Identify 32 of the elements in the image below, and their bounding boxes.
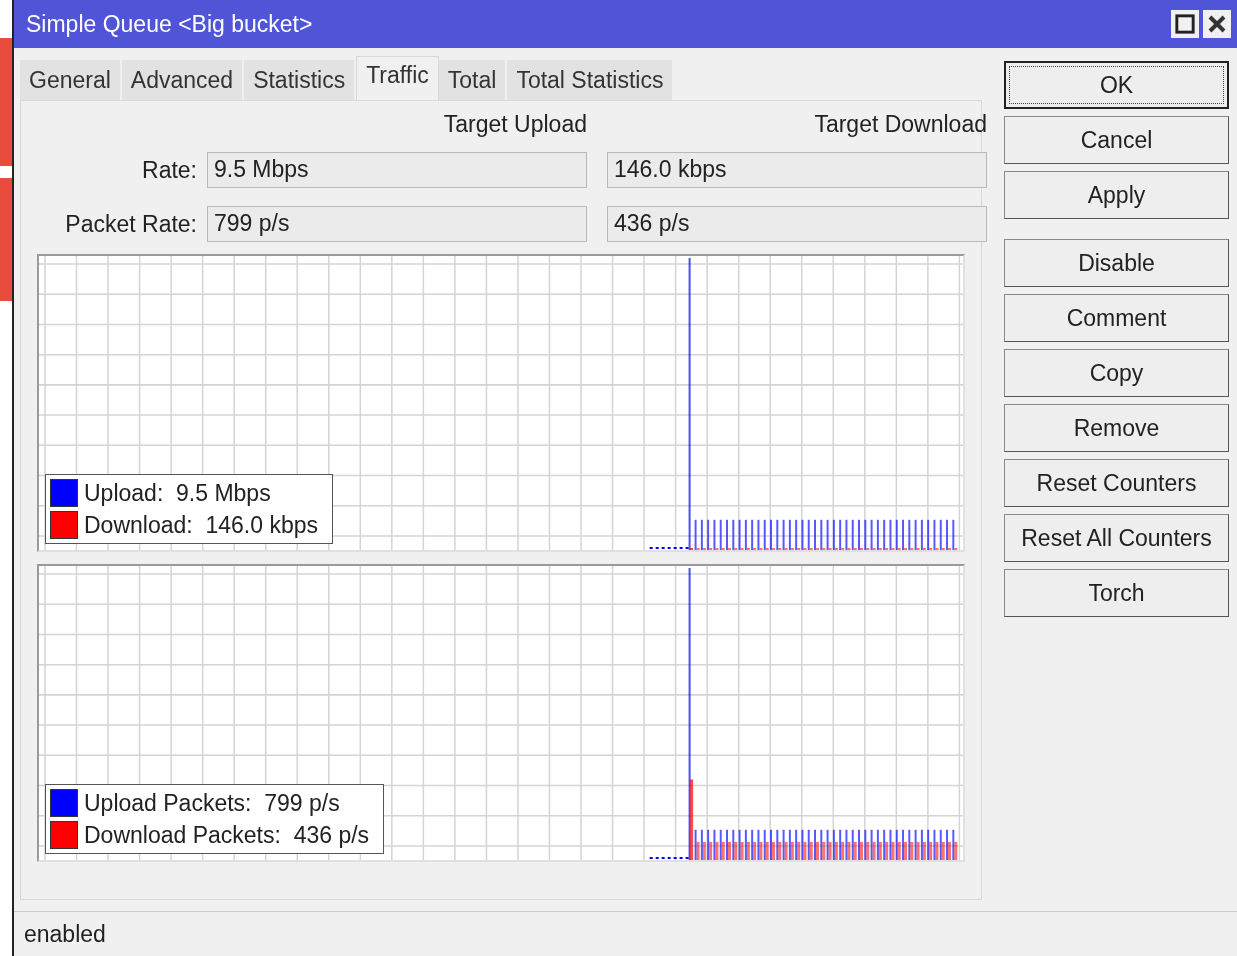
tab[interactable]: Total Statistics [507, 60, 675, 100]
tab[interactable]: Advanced [121, 60, 245, 100]
tab[interactable]: Statistics [244, 60, 357, 100]
tab[interactable]: Total [438, 60, 508, 100]
status-text: enabled [24, 920, 106, 948]
dialog-button[interactable]: OK [1004, 61, 1229, 109]
dialog-button[interactable]: Reset Counters [1004, 459, 1229, 507]
dialog-button[interactable]: Disable [1004, 239, 1229, 287]
close-icon[interactable] [1203, 10, 1231, 38]
value-field[interactable]: 146.0 kbps [607, 152, 987, 188]
value-field[interactable]: 9.5 Mbps [207, 152, 587, 188]
legend-label: Download Packets: 436 p/s [84, 821, 370, 849]
legend-label: Upload Packets: 799 p/s [84, 789, 340, 817]
column-header: Target Upload [442, 111, 587, 138]
field-label: Rate: [141, 156, 197, 184]
tab[interactable]: General [20, 60, 122, 100]
dialog-button[interactable]: Comment [1004, 294, 1229, 342]
column-header: Target Download [813, 111, 987, 138]
dialog-button[interactable]: Torch [1004, 569, 1229, 617]
value-field[interactable]: 436 p/s [607, 206, 987, 242]
dialog-button[interactable]: Apply [1004, 171, 1229, 219]
dialog-button[interactable]: Cancel [1004, 116, 1229, 164]
dialog-button[interactable]: Copy [1004, 349, 1229, 397]
field-label: Packet Rate: [64, 210, 197, 238]
dialog-button[interactable]: Reset All Counters [1004, 514, 1229, 562]
window-title: Simple Queue <Big bucket> [26, 10, 313, 38]
maximize-icon[interactable] [1171, 10, 1199, 38]
dialog-button[interactable]: Remove [1004, 404, 1229, 452]
legend-label: Upload: 9.5 Mbps [84, 479, 271, 507]
legend-label: Download: 146.0 kbps [84, 511, 318, 539]
tab[interactable]: Traffic [356, 56, 439, 100]
value-field[interactable]: 799 p/s [207, 206, 587, 242]
